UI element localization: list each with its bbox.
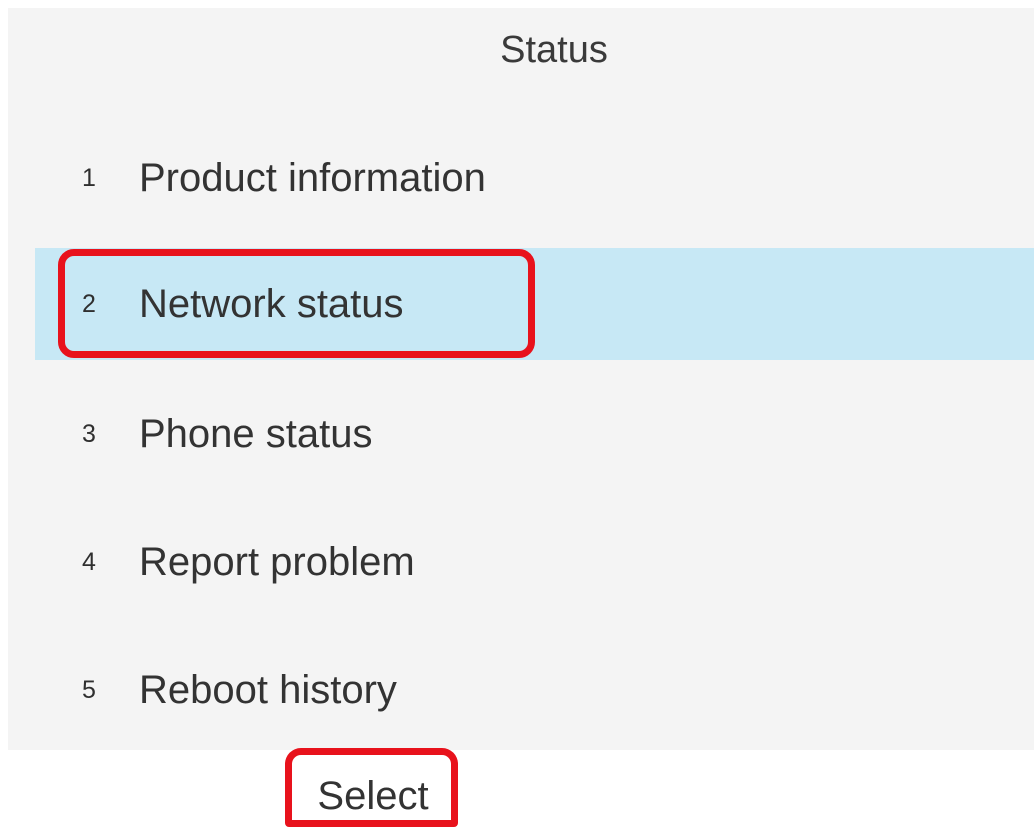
- status-menu: 1 Product information 2 Network status 3…: [8, 8, 1034, 750]
- menu-item-number: 4: [82, 548, 96, 576]
- menu-item-label: Product information: [139, 156, 486, 200]
- menu-item-label: Reboot history: [139, 668, 397, 712]
- menu-item-number: 3: [82, 420, 96, 448]
- menu-item-number: 5: [82, 676, 96, 704]
- softkey-bar: Select: [0, 750, 1034, 827]
- select-softkey-button[interactable]: Select: [290, 752, 456, 827]
- menu-item-report-problem[interactable]: 4 Report problem: [35, 506, 1034, 618]
- menu-item-network-status[interactable]: 2 Network status: [35, 248, 1034, 360]
- menu-item-phone-status[interactable]: 3 Phone status: [35, 378, 1034, 490]
- menu-item-product-information[interactable]: 1 Product information: [35, 122, 1034, 234]
- menu-item-label: Network status: [139, 282, 404, 326]
- phone-screen: Status 1 Product information 2 Network s…: [8, 8, 1034, 750]
- menu-item-number: 1: [82, 164, 96, 192]
- menu-item-label: Report problem: [139, 540, 415, 584]
- menu-item-label: Phone status: [139, 412, 373, 456]
- menu-item-reboot-history[interactable]: 5 Reboot history: [35, 634, 1034, 746]
- menu-item-number: 2: [82, 290, 96, 318]
